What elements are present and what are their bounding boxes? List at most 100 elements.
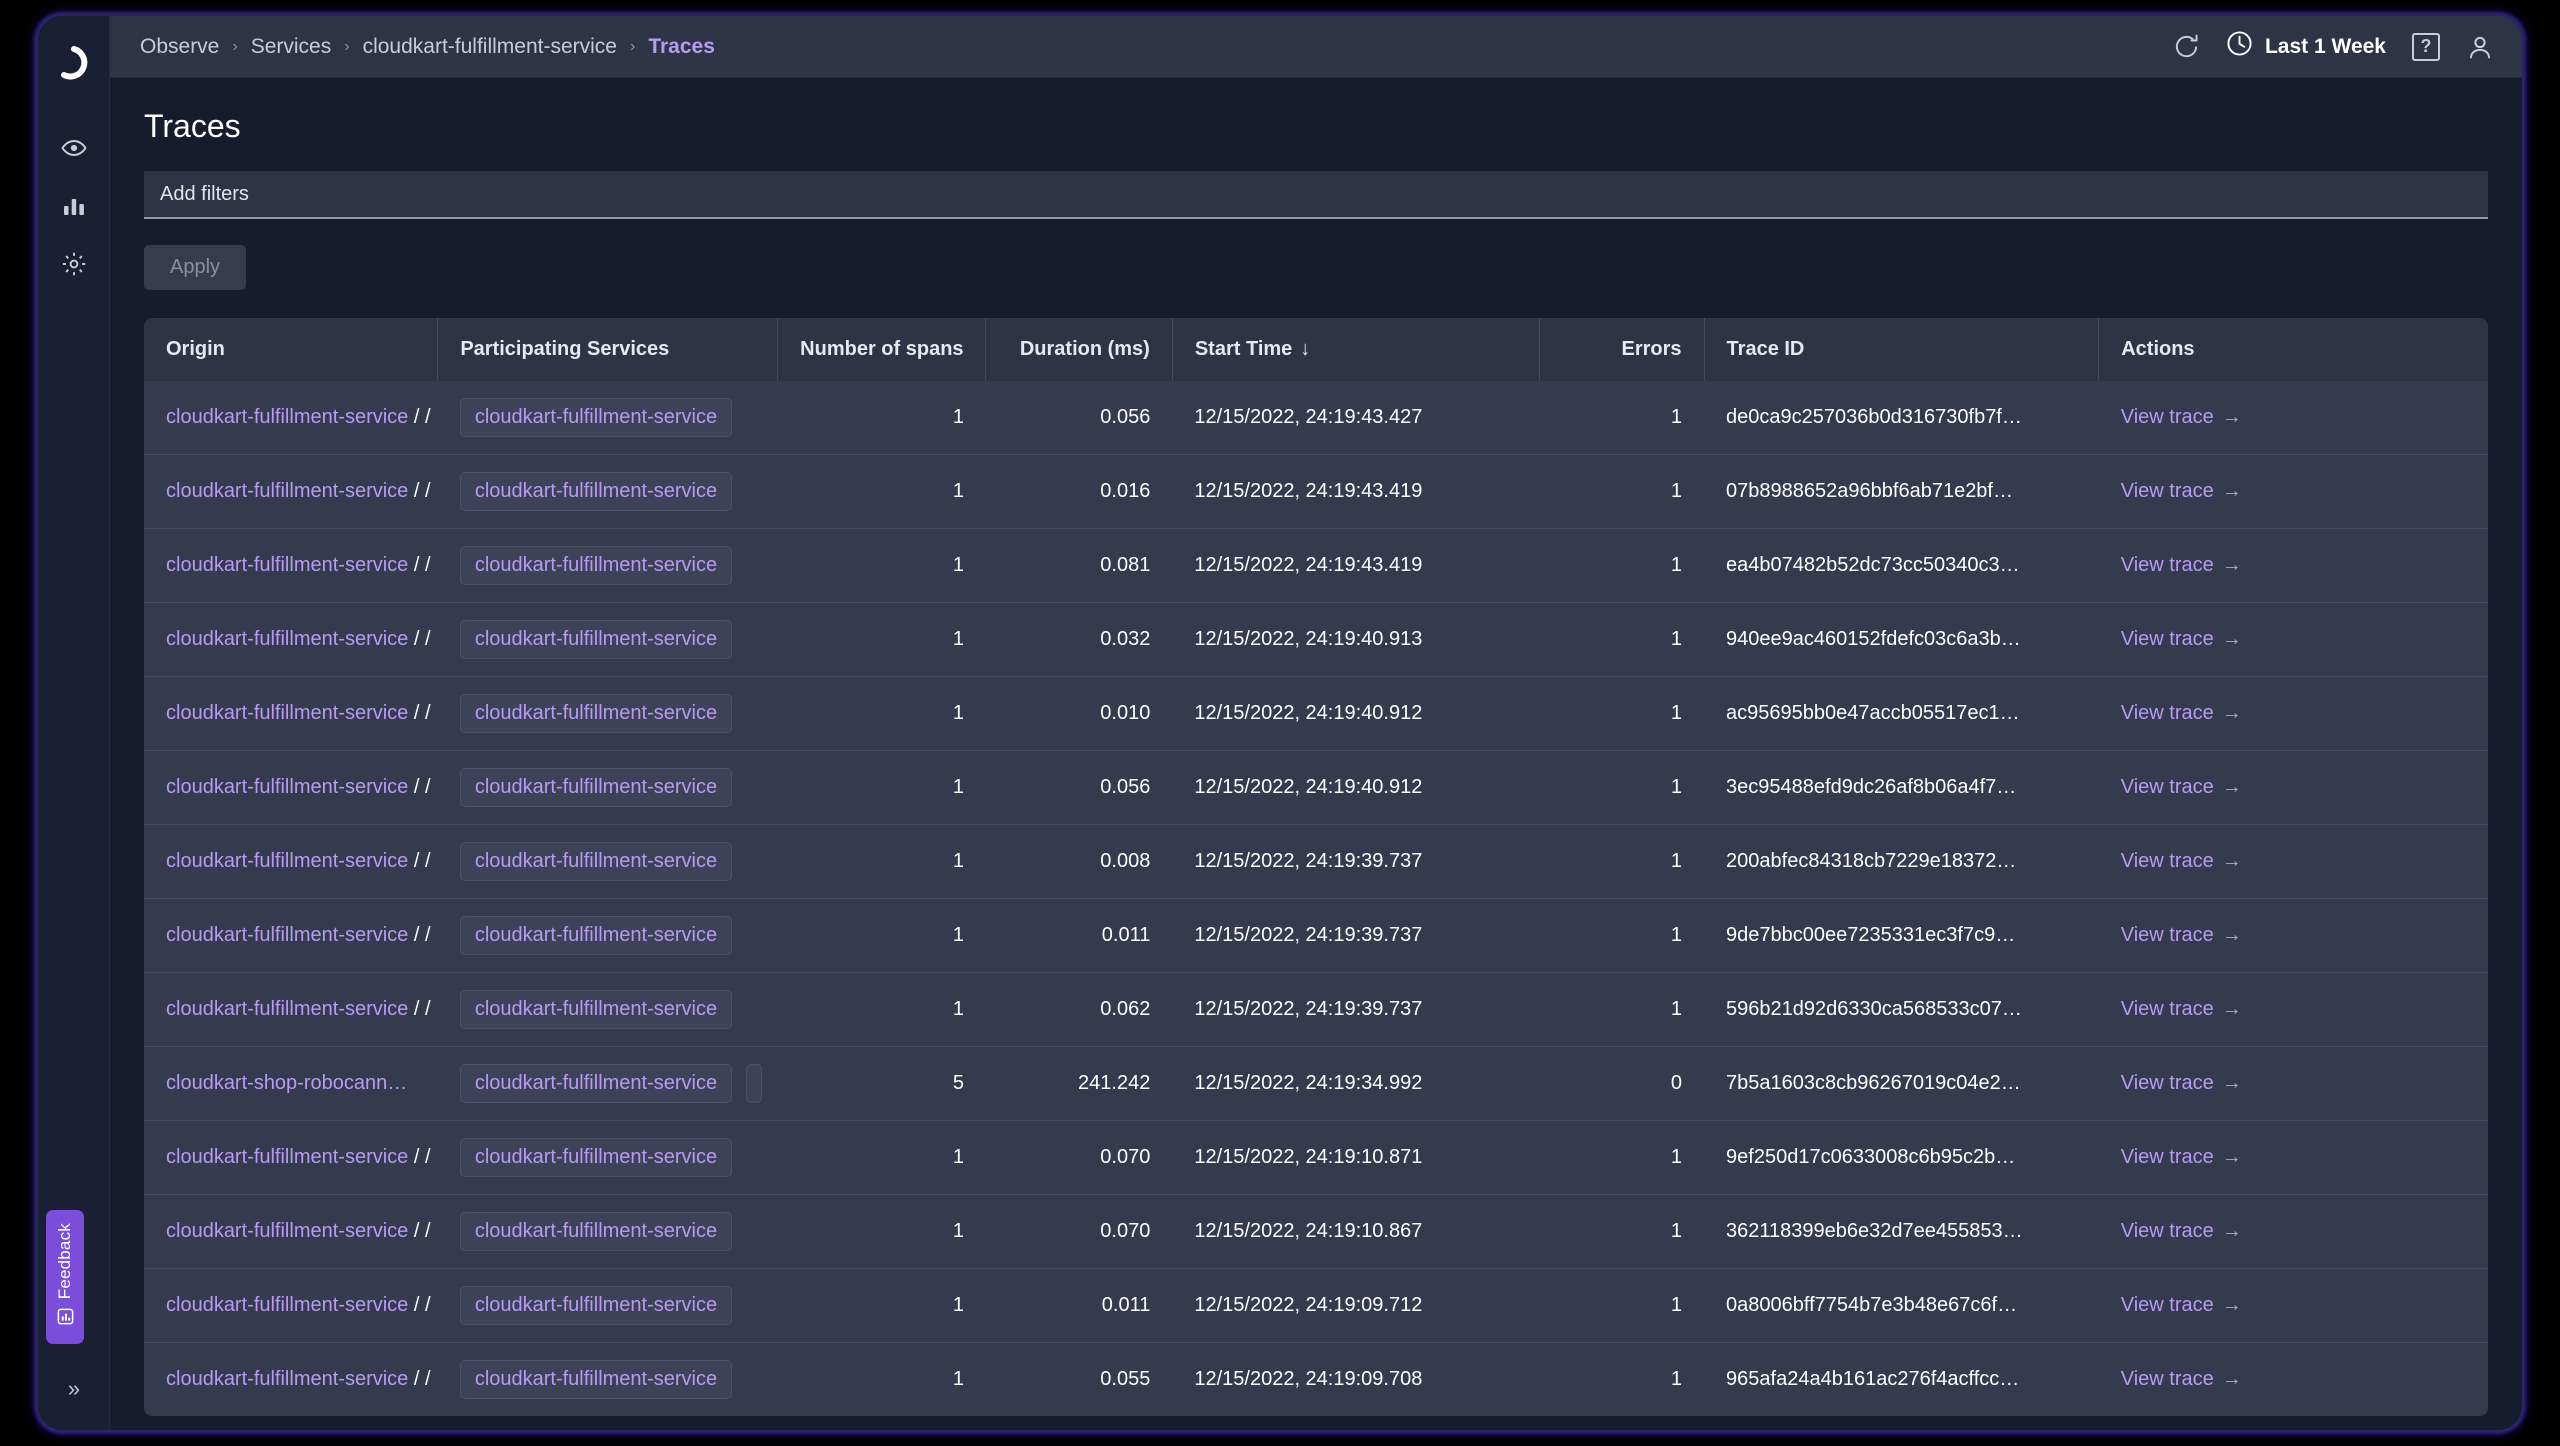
table-row[interactable]: cloudkart-fulfillment-service / / cloudka… [144, 454, 2488, 529]
cell-participating-services: cloudkart-fulfillment-service [438, 899, 778, 973]
view-trace-link[interactable]: View trace → [2121, 480, 2242, 502]
cell-actions: View trace → [2099, 455, 2488, 529]
service-chip[interactable]: cloudkart-fulfillment-service [459, 546, 733, 585]
column-header-number-of-spans[interactable]: Number of spans [777, 318, 987, 381]
breadcrumb-item-traces[interactable]: Traces [648, 35, 715, 59]
origin-link[interactable]: cloudkart-fulfillment-service [166, 702, 408, 725]
cell-start-time: 12/15/2022, 24:19:10.871 [1194, 1146, 1423, 1168]
table-row[interactable]: cloudkart-fulfillment-service / / cloudka… [144, 528, 2488, 603]
breadcrumb-item-services[interactable]: Services [251, 35, 332, 59]
cell-duration: 0.056 [1100, 406, 1151, 428]
service-chip[interactable]: cloudkart-fulfillment-service [459, 768, 733, 807]
service-chip[interactable]: cloudkart-fulfillment-service [459, 990, 733, 1029]
service-chip[interactable]: cloudkart-fulfillment-service [459, 842, 733, 881]
cell-duration: 0.062 [1100, 998, 1151, 1020]
table-row[interactable]: cloudkart-shop-robocannon-ser… cloudkart-… [144, 1046, 2488, 1121]
cell-actions: View trace → [2099, 1343, 2488, 1417]
trace-id-value: ac95695bb0e47accb05517ec1… [1726, 702, 2020, 724]
table-row[interactable]: cloudkart-fulfillment-service / / cloudka… [144, 381, 2488, 455]
table-row[interactable]: cloudkart-fulfillment-service / / cloudka… [144, 1268, 2488, 1343]
view-trace-link[interactable]: View trace → [2121, 924, 2242, 946]
view-trace-link[interactable]: View trace → [2121, 702, 2242, 724]
view-trace-link[interactable]: View trace → [2121, 1368, 2242, 1390]
origin-link[interactable]: cloudkart-fulfillment-service [166, 1220, 408, 1243]
table-row[interactable]: cloudkart-fulfillment-service / / cloudka… [144, 1342, 2488, 1417]
observe-logo-icon[interactable] [57, 46, 91, 80]
view-trace-link[interactable]: View trace → [2121, 850, 2242, 872]
column-header-start-time[interactable]: Start Time ↓ [1172, 318, 1541, 381]
origin-link[interactable]: cloudkart-fulfillment-service [166, 1368, 408, 1391]
sidebar-item-settings[interactable] [52, 242, 96, 286]
view-trace-link[interactable]: View trace → [2121, 776, 2242, 798]
column-header-participating-services[interactable]: Participating Services [437, 318, 779, 381]
apply-button[interactable]: Apply [144, 245, 247, 290]
cell-number-of-spans: 5 [952, 1072, 964, 1094]
origin-link[interactable]: cloudkart-fulfillment-service [166, 480, 408, 503]
breadcrumb-item-observe[interactable]: Observe [140, 35, 219, 59]
column-header-actions[interactable]: Actions [2098, 318, 2488, 381]
view-trace-link[interactable]: View trace → [2121, 1294, 2242, 1316]
origin-link[interactable]: cloudkart-fulfillment-service [166, 1294, 408, 1317]
column-header-origin[interactable]: Origin [144, 318, 439, 381]
service-chip[interactable]: cloudkart-fulfillment-service [459, 694, 733, 733]
table-row[interactable]: cloudkart-fulfillment-service / / cloudka… [144, 972, 2488, 1047]
filter-input[interactable]: Add filters [144, 171, 2488, 219]
service-chip[interactable]: c [746, 1064, 763, 1103]
service-chip[interactable]: cloudkart-fulfillment-service [459, 916, 733, 955]
origin-link[interactable]: cloudkart-fulfillment-service [166, 998, 408, 1021]
service-chip[interactable]: cloudkart-fulfillment-service [459, 1360, 733, 1399]
service-chip[interactable]: cloudkart-fulfillment-service [459, 1064, 733, 1103]
sidebar-item-observe[interactable] [52, 126, 96, 170]
service-chip[interactable]: cloudkart-fulfillment-service [459, 472, 733, 511]
view-trace-link[interactable]: View trace → [2121, 1146, 2242, 1168]
service-chip-list: cloudkart-fulfillment-service [459, 1360, 756, 1399]
service-chip[interactable]: cloudkart-fulfillment-service [459, 1286, 733, 1325]
table-row[interactable]: cloudkart-fulfillment-service / / cloudka… [144, 1194, 2488, 1269]
table-row[interactable]: cloudkart-fulfillment-service / / cloudka… [144, 824, 2488, 899]
sidebar-item-metrics[interactable] [52, 184, 96, 228]
view-trace-link[interactable]: View trace → [2121, 628, 2242, 650]
cell-actions: View trace → [2099, 1047, 2488, 1121]
view-trace-link[interactable]: View trace → [2121, 998, 2242, 1020]
table-row[interactable]: cloudkart-fulfillment-service / / cloudka… [144, 676, 2488, 751]
cell-number-of-spans: 1 [952, 1294, 964, 1316]
column-header-duration[interactable]: Duration (ms) [985, 318, 1173, 381]
trace-id-value: ea4b07482b52dc73cc50340c3… [1726, 554, 2020, 576]
cell-start-time: 12/15/2022, 24:19:39.737 [1194, 850, 1423, 872]
service-chip[interactable]: cloudkart-fulfillment-service [459, 1212, 733, 1251]
origin-link[interactable]: cloudkart-fulfillment-service [166, 554, 408, 577]
cell-errors: 1 [1670, 406, 1683, 428]
origin-link[interactable]: cloudkart-shop-robocannon-ser… [166, 1072, 416, 1095]
service-chip[interactable]: cloudkart-fulfillment-service [459, 1138, 733, 1177]
view-trace-link[interactable]: View trace → [2121, 554, 2242, 576]
cell-actions: View trace → [2099, 825, 2488, 899]
table-row[interactable]: cloudkart-fulfillment-service / / cloudka… [144, 602, 2488, 677]
view-trace-link[interactable]: View trace → [2121, 1220, 2242, 1242]
column-header-errors[interactable]: Errors [1539, 318, 1705, 381]
origin-link[interactable]: cloudkart-fulfillment-service [166, 628, 408, 651]
cell-start-time: 12/15/2022, 24:19:43.419 [1194, 480, 1423, 502]
cell-errors: 1 [1670, 554, 1683, 576]
expand-sidebar-button[interactable]: » [38, 1378, 110, 1400]
service-chip[interactable]: cloudkart-fulfillment-service [459, 620, 733, 659]
service-chip[interactable]: cloudkart-fulfillment-service [459, 398, 733, 437]
user-avatar-icon[interactable] [2466, 33, 2494, 61]
origin-link[interactable]: cloudkart-fulfillment-service [166, 850, 408, 873]
origin-link[interactable]: cloudkart-fulfillment-service [166, 406, 408, 429]
column-header-trace-id[interactable]: Trace ID [1704, 318, 2100, 381]
view-trace-link[interactable]: View trace → [2121, 406, 2242, 428]
table-row[interactable]: cloudkart-fulfillment-service / / cloudka… [144, 898, 2488, 973]
cell-participating-services: cloudkart-fulfillment-service [438, 529, 778, 603]
help-icon[interactable]: ? [2412, 32, 2440, 61]
refresh-icon[interactable] [2173, 33, 2200, 60]
feedback-tab[interactable]: Feedback [46, 1210, 84, 1344]
origin-link[interactable]: cloudkart-fulfillment-service [166, 776, 408, 799]
cell-errors: 1 [1670, 998, 1683, 1020]
origin-link[interactable]: cloudkart-fulfillment-service [166, 924, 408, 947]
breadcrumb-item-service[interactable]: cloudkart-fulfillment-service [363, 35, 617, 59]
view-trace-link[interactable]: View trace → [2121, 1072, 2242, 1094]
origin-link[interactable]: cloudkart-fulfillment-service [166, 1146, 408, 1169]
table-row[interactable]: cloudkart-fulfillment-service / / cloudka… [144, 1120, 2488, 1195]
table-row[interactable]: cloudkart-fulfillment-service / / cloudka… [144, 750, 2488, 825]
time-range-selector[interactable]: Last 1 Week [2226, 30, 2386, 63]
